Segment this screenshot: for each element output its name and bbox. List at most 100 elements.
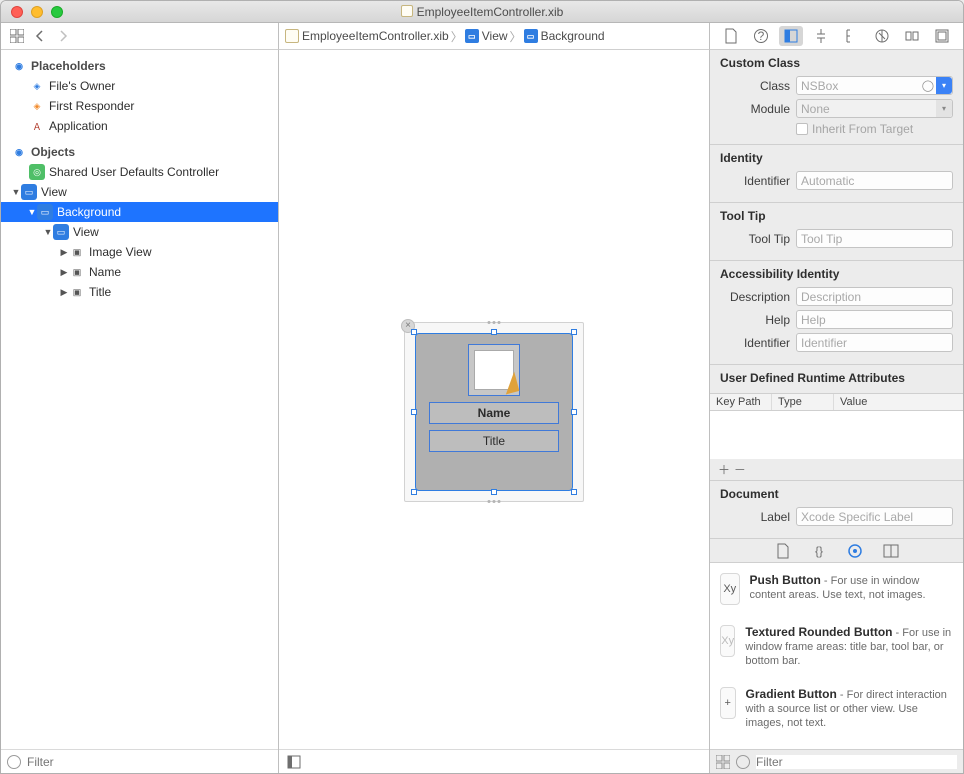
image-view-item[interactable]: ▶▣Image View [1, 242, 278, 262]
nav-forward-button[interactable] [55, 29, 70, 44]
breadcrumb[interactable]: EmployeeItemController.xib 〉 ▭ View 〉 ▭ … [279, 23, 709, 50]
resize-handle[interactable] [491, 329, 497, 335]
bindings-inspector-tab[interactable] [900, 26, 924, 46]
first-responder-item[interactable]: ◈First Responder [1, 96, 278, 116]
outline-tree[interactable]: ◉Placeholders ◈File's Owner ◈First Respo… [1, 50, 278, 749]
dropdown-icon[interactable]: ▾ [936, 100, 952, 117]
size-inspector-tab[interactable] [840, 26, 864, 46]
crumb-view[interactable]: View [482, 29, 508, 43]
resize-handle[interactable] [411, 489, 417, 495]
identifier-field[interactable]: Automatic [796, 171, 953, 190]
dropdown-icon[interactable]: ▾ [936, 77, 952, 94]
cube-icon: ◈ [29, 78, 45, 94]
ax-identifier-label: Identifier [720, 336, 790, 350]
media-library-tab[interactable] [882, 542, 900, 560]
related-items-button[interactable] [9, 29, 24, 44]
col-keypath[interactable]: Key Path [710, 394, 772, 410]
image-view-well[interactable] [468, 344, 520, 396]
disclosure-triangle-icon[interactable]: ▼ [43, 227, 53, 237]
library-item[interactable]: Xy Textured Rounded Button - For use in … [710, 615, 963, 677]
outline-toolbar [1, 23, 279, 50]
crumb-background[interactable]: Background [541, 29, 605, 43]
col-value[interactable]: Value [834, 394, 963, 410]
inner-view-item[interactable]: ▼▭View [1, 222, 278, 242]
disclosure-triangle-icon[interactable]: ▶ [59, 287, 69, 298]
panel-heading: User Defined Runtime Attributes [720, 371, 953, 385]
tooltip-field[interactable]: Tool Tip [796, 229, 953, 248]
view-icon: ▭ [53, 224, 69, 240]
xib-file-icon [285, 29, 299, 43]
outline-filter-input[interactable] [27, 755, 272, 769]
objects-header[interactable]: ◉Objects [1, 142, 278, 162]
checkbox-icon[interactable] [796, 123, 808, 135]
panel-heading: Tool Tip [720, 209, 953, 223]
library-view-mode-button[interactable] [716, 755, 730, 769]
text-node-icon: ▣ [69, 264, 85, 280]
nav-back-button[interactable] [32, 29, 47, 44]
resize-handle[interactable] [491, 489, 497, 495]
object-library[interactable]: Xy Push Button - For use in window conte… [710, 563, 963, 749]
name-item[interactable]: ▶▣Name [1, 262, 278, 282]
effects-inspector-tab[interactable] [930, 26, 954, 46]
image-node-icon: ▣ [69, 244, 85, 260]
class-field[interactable]: NSBox◯▾ [796, 76, 953, 95]
file-inspector-tab[interactable] [719, 26, 743, 46]
canvas-layout-icon[interactable] [287, 755, 301, 769]
object-library-tab[interactable] [846, 542, 864, 560]
disclosure-triangle-icon[interactable]: ▼ [11, 187, 21, 197]
remove-button[interactable]: － [734, 463, 746, 477]
crumb-separator-icon: 〉 [510, 28, 522, 45]
ax-help-field[interactable]: Help [796, 310, 953, 329]
selected-background-box[interactable]: Name Title [415, 333, 573, 491]
filter-scope-button[interactable] [736, 755, 750, 769]
ib-canvas[interactable]: × Name Title [279, 50, 709, 773]
disclosure-triangle-icon[interactable]: ▶ [59, 267, 69, 278]
name-field[interactable]: Name [429, 402, 559, 424]
identity-panel: Identity Identifier Automatic [710, 145, 963, 203]
ax-identifier-field[interactable]: Identifier [796, 333, 953, 352]
design-view[interactable]: × Name Title [404, 322, 584, 502]
resize-handle[interactable] [411, 329, 417, 335]
placeholders-header[interactable]: ◉Placeholders [1, 56, 278, 76]
quick-help-tab[interactable]: ? [749, 26, 773, 46]
inherit-checkbox-row[interactable]: Inherit From Target [796, 122, 953, 136]
attributes-inspector-tab[interactable] [809, 26, 833, 46]
library-filter-bar [710, 749, 963, 773]
ax-description-field[interactable]: Description [796, 287, 953, 306]
module-field[interactable]: None▾ [796, 99, 953, 118]
add-button[interactable]: ＋ [718, 463, 730, 477]
identity-inspector-tab[interactable] [779, 26, 803, 46]
resize-handle[interactable] [571, 329, 577, 335]
file-template-tab[interactable] [774, 542, 792, 560]
resize-handle[interactable] [571, 409, 577, 415]
titlebar: EmployeeItemController.xib [1, 1, 963, 23]
col-type[interactable]: Type [772, 394, 834, 410]
resize-handle[interactable] [571, 489, 577, 495]
filter-scope-button[interactable] [7, 755, 21, 769]
disclosure-triangle-icon[interactable]: ▼ [27, 207, 37, 217]
title-item[interactable]: ▶▣Title [1, 282, 278, 302]
library-item[interactable]: + Gradient Button - For direct interacti… [710, 677, 963, 739]
clear-icon[interactable]: ◯ [922, 79, 934, 92]
view-root-item[interactable]: ▼▭View [1, 182, 278, 202]
library-item-text: Gradient Button - For direct interaction… [746, 687, 953, 729]
doc-label-field[interactable]: Xcode Specific Label [796, 507, 953, 526]
placeholders-icon: ◉ [11, 58, 27, 74]
library-item[interactable]: Xy Push Button - For use in window conte… [710, 563, 963, 615]
disclosure-triangle-icon[interactable]: ▶ [59, 247, 69, 258]
code-snippet-tab[interactable]: {} [810, 542, 828, 560]
library-filter-input[interactable] [756, 755, 957, 769]
background-item[interactable]: ▼▭Background [1, 202, 278, 222]
sudc-item[interactable]: ◎Shared User Defaults Controller [1, 162, 278, 182]
connections-inspector-tab[interactable] [870, 26, 894, 46]
module-label: Module [720, 102, 790, 116]
files-owner-item[interactable]: ◈File's Owner [1, 76, 278, 96]
udra-table-body[interactable] [710, 411, 963, 459]
resize-handle[interactable] [411, 409, 417, 415]
xcode-window: EmployeeItemController.xib EmployeeItemC… [0, 0, 964, 774]
application-item[interactable]: ＡApplication [1, 116, 278, 136]
identifier-label: Identifier [720, 174, 790, 188]
title-field[interactable]: Title [429, 430, 559, 452]
crumb-file[interactable]: EmployeeItemController.xib [302, 29, 449, 43]
textured-button-icon: Xy [720, 625, 735, 657]
